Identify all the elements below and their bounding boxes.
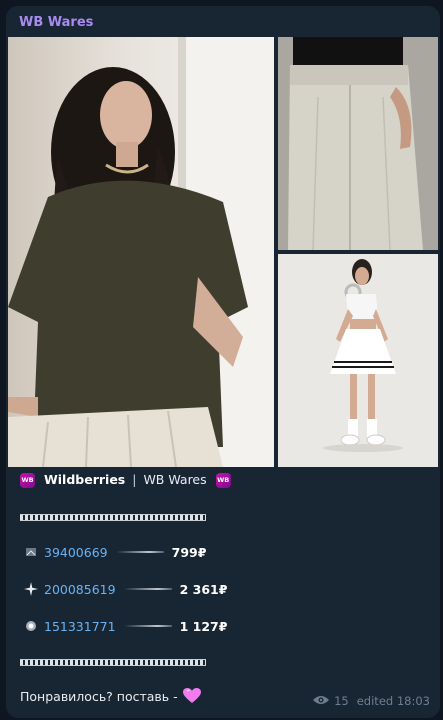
edited-time: edited 18:03 bbox=[356, 694, 430, 708]
product-price: 799₽ bbox=[171, 544, 207, 560]
photo-trousers[interactable] bbox=[278, 37, 438, 250]
post-header: WB Wildberries | WB Wares WB bbox=[20, 472, 231, 488]
product-row: 39400669 799₽ bbox=[22, 543, 206, 561]
brand-name: Wildberries bbox=[43, 472, 126, 487]
product-row: 200085619 2 361₽ bbox=[22, 580, 227, 598]
sparkle-icon bbox=[22, 580, 40, 598]
dash-divider bbox=[123, 588, 172, 590]
channel-name[interactable]: WB Wares bbox=[19, 15, 93, 30]
dash-divider bbox=[115, 551, 164, 553]
view-count: 15 bbox=[334, 694, 349, 708]
photo-main-illustration bbox=[8, 37, 274, 467]
message-bubble: WB Wares WB Wildberries | WB Wares WB 39… bbox=[6, 6, 440, 718]
photo-outfit[interactable] bbox=[278, 254, 438, 467]
dash-divider bbox=[123, 625, 172, 627]
heart-icon bbox=[182, 688, 201, 704]
product-sku-link[interactable]: 200085619 bbox=[44, 582, 116, 597]
message-meta: 15 edited 18:03 bbox=[313, 694, 430, 708]
product-sku-link[interactable]: 39400669 bbox=[44, 545, 108, 560]
chain-divider bbox=[20, 514, 206, 521]
photo-trousers-illustration bbox=[278, 37, 438, 250]
header-channel: WB Wares bbox=[143, 472, 207, 487]
product-price: 2 361₽ bbox=[179, 581, 228, 597]
header-separator: | bbox=[132, 472, 137, 487]
sparkle-icon bbox=[22, 617, 40, 635]
product-price: 1 127₽ bbox=[179, 618, 228, 634]
footer-text: Понравилось? поставь - bbox=[20, 688, 178, 704]
post-footer: Понравилось? поставь - bbox=[20, 688, 201, 704]
photo-outfit-illustration bbox=[278, 254, 438, 467]
product-row: 151331771 1 127₽ bbox=[22, 617, 227, 635]
product-sku-link[interactable]: 151331771 bbox=[44, 619, 116, 634]
eye-icon bbox=[313, 694, 330, 708]
photo-main[interactable] bbox=[8, 37, 274, 467]
sparkle-icon bbox=[22, 543, 40, 561]
wb-badge-icon: WB bbox=[20, 473, 35, 488]
chain-divider bbox=[20, 659, 206, 666]
wb-badge-icon: WB bbox=[215, 473, 231, 488]
